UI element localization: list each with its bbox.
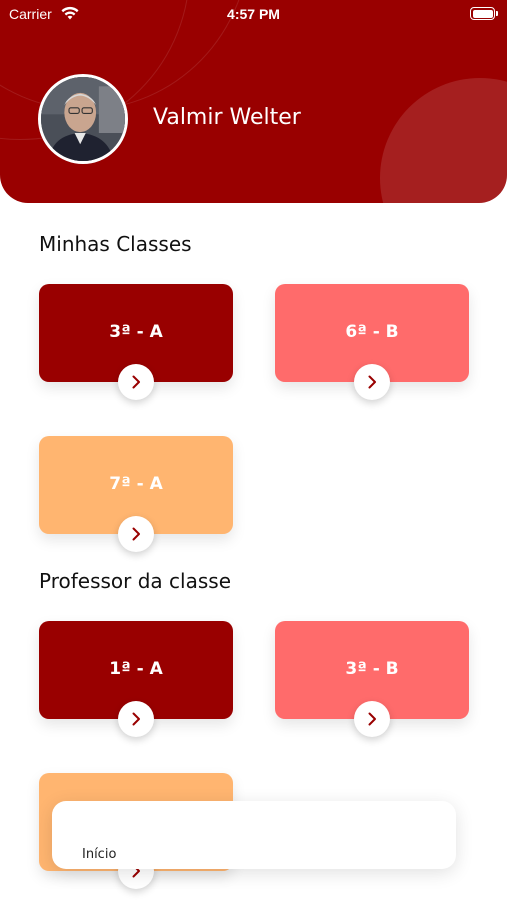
tab-inicio[interactable]: Início [82,847,116,862]
class-card[interactable]: 1ª - A [39,621,233,737]
open-class-button[interactable] [118,701,154,737]
class-card[interactable]: 7ª - A [39,436,233,552]
open-class-button[interactable] [354,701,390,737]
status-bar: Carrier 4:57 PM [0,0,507,28]
avatar[interactable] [38,74,128,164]
open-class-button[interactable] [354,364,390,400]
chevron-right-icon [132,527,140,541]
profile-header: Carrier 4:57 PM Valmir Welter [0,0,507,203]
open-class-button[interactable] [118,516,154,552]
avatar-photo [41,77,125,161]
chevron-right-icon [368,712,376,726]
decorative-circle [380,78,507,203]
chevron-right-icon [132,375,140,389]
section-title-class-teacher: Professor da classe [39,569,231,593]
chevron-right-icon [368,375,376,389]
class-card-label: 6ª - B [345,322,399,342]
user-name: Valmir Welter [153,105,301,130]
class-card[interactable]: 3ª - B [275,621,469,737]
battery-icon [470,7,498,20]
section-title-my-classes: Minhas Classes [39,232,192,256]
chevron-right-icon [132,712,140,726]
open-class-button[interactable] [118,364,154,400]
class-card[interactable]: 3ª - A [39,284,233,400]
clock: 4:57 PM [227,6,280,22]
bottom-tab-bar: Início [52,801,456,869]
class-card-label: 3ª - B [345,659,399,679]
class-card-label: 7ª - A [109,474,163,494]
class-card-label: 3ª - A [109,322,163,342]
class-card-label: 1ª - A [109,659,163,679]
class-card[interactable]: 6ª - B [275,284,469,400]
